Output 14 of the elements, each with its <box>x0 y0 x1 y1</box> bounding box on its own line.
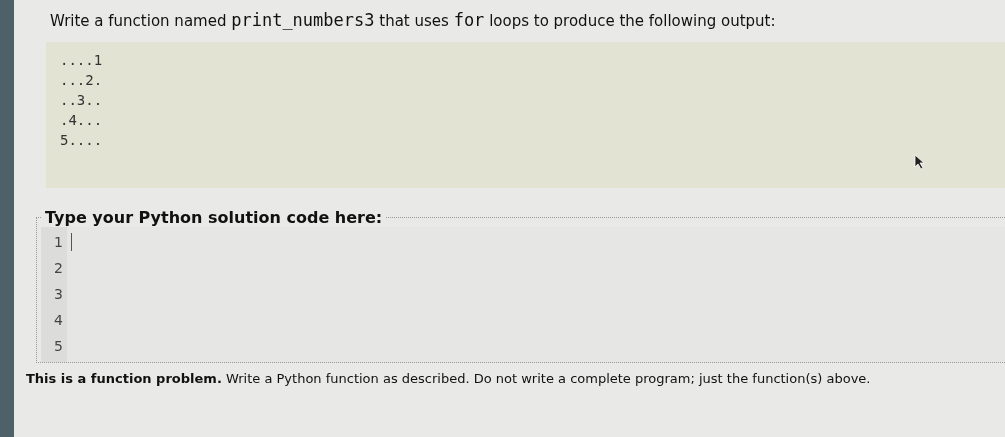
output-line: ....1 <box>60 51 104 70</box>
output-line: .4... <box>60 111 104 130</box>
instruction-text: This is a function problem. Write a Python function as described. Do not write a complete program; just the function(s) above. <box>26 371 872 386</box>
question-text: Write a function named print_numbers3 that uses for loops to produce the following output: <box>50 10 777 30</box>
output-line: ..3.. <box>60 91 104 110</box>
mouse-pointer-icon <box>914 154 926 170</box>
line-number: 4 <box>53 311 64 330</box>
output-line: ...2. <box>60 71 104 90</box>
line-number: 1 <box>53 233 64 252</box>
line-number: 5 <box>53 337 64 356</box>
line-number: 2 <box>53 259 64 278</box>
line-number: 3 <box>53 285 64 304</box>
editor-label: Type your Python solution code here: <box>44 208 384 227</box>
output-line: 5.... <box>60 131 104 150</box>
